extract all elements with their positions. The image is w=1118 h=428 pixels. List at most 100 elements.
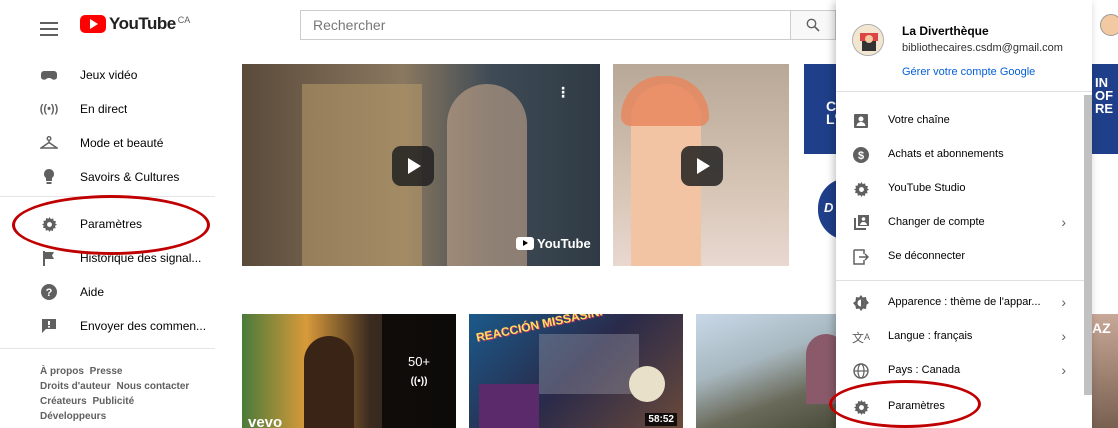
sidebar-item-en-direct[interactable]: ((•)) En direct bbox=[0, 92, 215, 126]
globe-icon bbox=[852, 362, 870, 380]
sidebar-item-label: Historique des signal... bbox=[80, 251, 202, 265]
menu-item-pays[interactable]: Pays : Canada › bbox=[836, 354, 1084, 388]
footer-link-nous-contacter[interactable]: Nous contacter bbox=[117, 381, 190, 392]
hanger-icon bbox=[40, 134, 58, 152]
menu-item-se-deconnecter[interactable]: Se déconnecter bbox=[836, 240, 1084, 274]
footer-link-developpeurs[interactable]: Développeurs bbox=[40, 411, 106, 422]
sidebar-item-historique-signalements[interactable]: Historique des signal... bbox=[0, 241, 215, 275]
menu-item-achats-abonnements[interactable]: $ Achats et abonnements bbox=[836, 138, 1084, 172]
live-overlay-icon: ((•)) bbox=[410, 376, 428, 387]
sidebar-item-mode-beaute[interactable]: Mode et beauté bbox=[0, 126, 215, 160]
video-thumbnail-5[interactable]: 50+ ((•)) vevo bbox=[242, 314, 456, 428]
performer-image bbox=[304, 336, 354, 428]
sidebar-item-parametres[interactable]: Paramètres bbox=[0, 207, 215, 241]
youtube-watermark-text: YouTube bbox=[537, 236, 591, 251]
dollar-icon: $ bbox=[852, 146, 870, 164]
vevo-logo: vevo bbox=[248, 414, 283, 428]
sidebar-item-label: Savoirs & Cultures bbox=[80, 170, 180, 184]
video-thumbnail-7[interactable] bbox=[696, 314, 844, 428]
flag-icon bbox=[40, 249, 58, 267]
footer-link-presse[interactable]: Presse bbox=[90, 366, 123, 377]
gear-icon bbox=[852, 180, 870, 198]
masks-image bbox=[539, 334, 639, 394]
search-icon bbox=[806, 18, 820, 32]
search-box bbox=[300, 10, 790, 40]
man-image bbox=[447, 84, 527, 266]
menu-item-label: Apparence : thème de l'appar... bbox=[888, 296, 1041, 308]
video-thumbnail-1[interactable]: YouTube ⋮ bbox=[242, 64, 600, 266]
translate-icon: 文A bbox=[851, 330, 871, 345]
sidebar-item-label: Aide bbox=[80, 285, 105, 299]
video-thumbnail-8[interactable]: AZ bbox=[1092, 314, 1118, 428]
play-button[interactable] bbox=[681, 146, 723, 186]
logo-country: CA bbox=[177, 15, 191, 25]
person-icon bbox=[852, 112, 870, 130]
footer-link-createurs[interactable]: Créateurs bbox=[40, 396, 87, 407]
logo-text: YouTube bbox=[109, 14, 176, 33]
menu-item-label: Se déconnecter bbox=[888, 250, 966, 262]
sign-out-icon bbox=[852, 248, 870, 266]
theme-icon bbox=[852, 294, 870, 312]
search-button[interactable] bbox=[790, 10, 836, 40]
sidebar-divider bbox=[0, 196, 215, 197]
youtube-play-icon bbox=[80, 15, 106, 33]
sidebar-item-label: Paramètres bbox=[80, 217, 143, 231]
video-thumbnail-6[interactable]: REACCIÓN MISSASINFONIA 58:52 bbox=[469, 314, 683, 428]
footer-link-publicite[interactable]: Publicité bbox=[92, 396, 134, 407]
footer-link-droits-auteur[interactable]: Droits d'auteur bbox=[40, 381, 111, 392]
account-email: bibliothecaires.csdm@gmail.com bbox=[902, 42, 1063, 54]
account-avatar bbox=[852, 24, 884, 56]
gear-icon bbox=[852, 398, 870, 416]
account-menu-header: La Diverthèque bibliothecaires.csdm@gmai… bbox=[836, 0, 1092, 92]
menu-item-parametres[interactable]: Paramètres bbox=[836, 390, 1084, 424]
account-menu: La Diverthèque bibliothecaires.csdm@gmai… bbox=[836, 0, 1092, 428]
manage-google-account-link[interactable]: Gérer votre compte Google bbox=[902, 66, 1035, 78]
menu-item-votre-chaine[interactable]: Votre chaîne bbox=[836, 104, 1084, 138]
switch-account-icon bbox=[852, 214, 870, 232]
search-input[interactable] bbox=[301, 11, 790, 39]
more-options-icon[interactable]: ⋮ bbox=[556, 84, 570, 101]
menu-scrollbar[interactable] bbox=[1084, 95, 1092, 395]
play-button[interactable] bbox=[392, 146, 434, 186]
menu-item-label: Changer de compte bbox=[888, 216, 985, 228]
d-badge-text: D bbox=[824, 200, 834, 215]
banner-right-text: IN OF RE bbox=[1095, 75, 1114, 116]
channel-badge-image bbox=[629, 366, 665, 402]
youtube-logo[interactable]: YouTube CA bbox=[80, 15, 190, 33]
svg-text:?: ? bbox=[46, 287, 53, 299]
sidebar-item-aide[interactable]: ? Aide bbox=[0, 275, 215, 309]
gear-icon bbox=[40, 215, 58, 233]
sidebar-footer: À propos Presse Droits d'auteur Nous con… bbox=[40, 364, 192, 424]
menu-item-label: Paramètres bbox=[888, 400, 945, 412]
hamburger-menu-icon[interactable] bbox=[40, 22, 58, 36]
youtube-watermark: YouTube bbox=[516, 236, 591, 251]
account-name: La Diverthèque bbox=[902, 24, 989, 38]
sidebar-item-jeux-video[interactable]: Jeux vidéo bbox=[0, 58, 215, 92]
menu-item-youtube-studio[interactable]: YouTube Studio bbox=[836, 172, 1084, 206]
playlist-count: 50+ bbox=[407, 354, 431, 369]
sidebar-item-envoyer-commentaires[interactable]: Envoyer des commen... bbox=[0, 309, 215, 343]
chevron-right-icon: › bbox=[1061, 328, 1066, 344]
sidebar-item-label: En direct bbox=[80, 102, 128, 116]
menu-item-label: Achats et abonnements bbox=[888, 148, 1004, 160]
footer-link-a-propos[interactable]: À propos bbox=[40, 366, 84, 377]
sidebar-item-savoirs-cultures[interactable]: Savoirs & Cultures bbox=[0, 160, 215, 194]
menu-item-changer-compte[interactable]: Changer de compte › bbox=[836, 206, 1084, 240]
chevron-right-icon: › bbox=[1061, 294, 1066, 310]
chevron-right-icon: › bbox=[1061, 362, 1066, 378]
menu-item-langue[interactable]: 文A Langue : français › bbox=[836, 320, 1084, 354]
lightbulb-icon bbox=[40, 168, 58, 186]
menu-item-label: Votre chaîne bbox=[888, 114, 950, 126]
menu-item-label: YouTube Studio bbox=[888, 182, 966, 194]
account-avatar-button[interactable] bbox=[1100, 14, 1118, 36]
gamepad-icon bbox=[40, 66, 58, 84]
sidebar-divider bbox=[0, 348, 215, 349]
sidebar-item-label: Mode et beauté bbox=[80, 136, 164, 150]
menu-item-label: Langue : français bbox=[888, 330, 973, 342]
svg-text:$: $ bbox=[858, 150, 864, 162]
hair-image bbox=[621, 76, 709, 126]
inset-image bbox=[479, 384, 539, 428]
menu-item-apparence[interactable]: Apparence : thème de l'appar... › bbox=[836, 286, 1084, 320]
video-thumbnail-4[interactable]: IN OF RE bbox=[1092, 64, 1118, 154]
video-thumbnail-2[interactable] bbox=[613, 64, 789, 266]
